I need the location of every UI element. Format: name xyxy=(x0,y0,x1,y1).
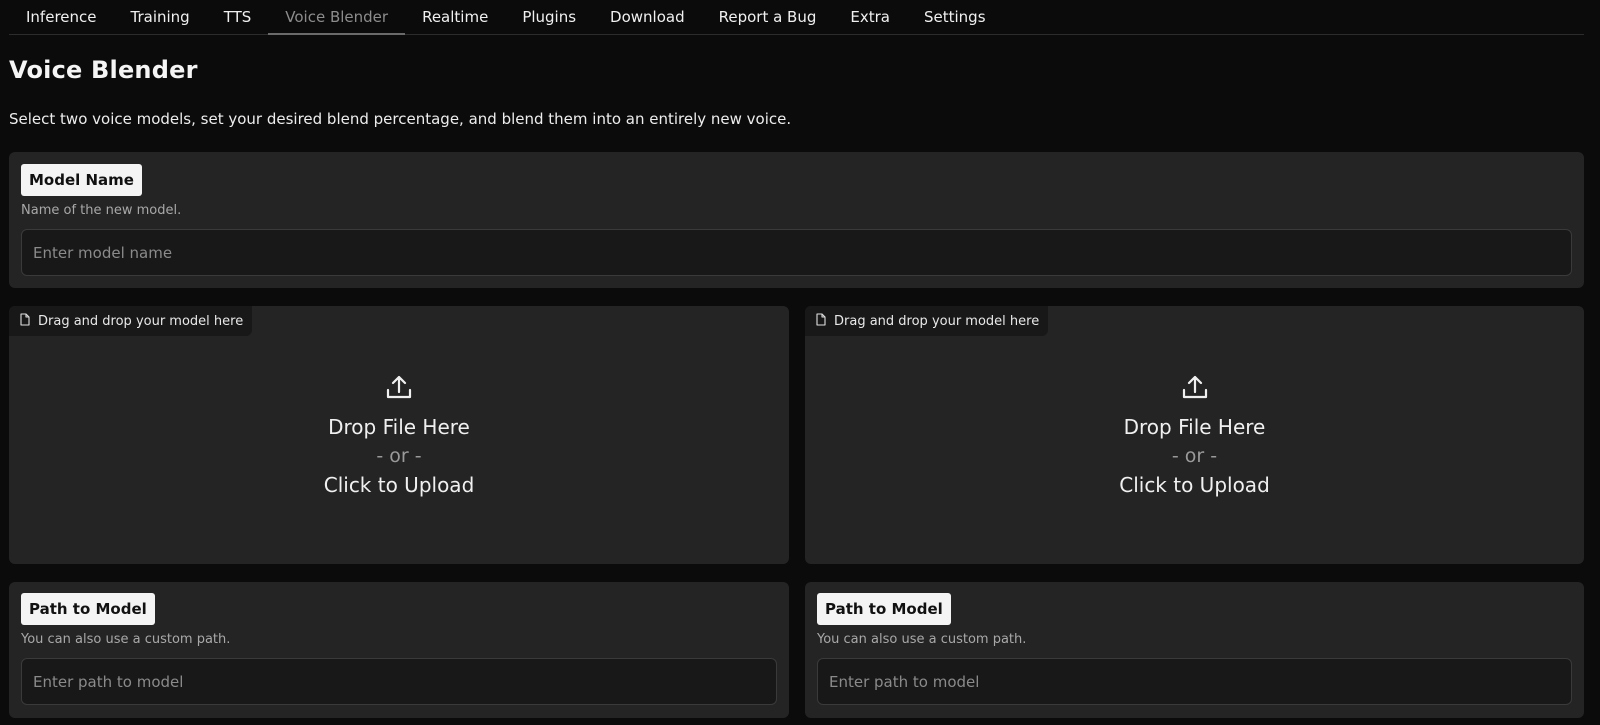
tab-bar: Inference Training TTS Voice Blender Rea… xyxy=(9,0,1584,35)
or-separator: - or - xyxy=(1171,445,1218,467)
path-to-model-input-1[interactable] xyxy=(21,658,777,705)
model-name-input[interactable] xyxy=(21,229,1572,276)
upload-icon xyxy=(385,373,413,405)
click-to-upload-text: Click to Upload xyxy=(1119,473,1270,497)
dropzone-tag-label: Drag and drop your model here xyxy=(38,313,244,329)
page-title: Voice Blender xyxy=(9,56,198,84)
path-to-model-panel-1: Path to Model You can also use a custom … xyxy=(9,582,789,718)
path-to-model-input-2[interactable] xyxy=(817,658,1572,705)
path-to-model-panel-2: Path to Model You can also use a custom … xyxy=(805,582,1584,718)
dropzone-content: Drop File Here - or - Click to Upload xyxy=(9,373,789,497)
model-dropzone-1[interactable]: Drag and drop your model here Drop File … xyxy=(9,306,789,564)
drop-file-text: Drop File Here xyxy=(328,415,470,439)
dropzone-tag: Drag and drop your model here xyxy=(9,306,253,336)
model-name-info: Name of the new model. xyxy=(21,203,182,218)
or-separator: - or - xyxy=(376,445,422,467)
page-description: Select two voice models, set your desire… xyxy=(9,110,792,128)
tab-voice-blender[interactable]: Voice Blender xyxy=(268,0,406,35)
file-icon xyxy=(815,312,827,330)
model-name-label: Model Name xyxy=(21,164,142,196)
dropzone-tag: Drag and drop your model here xyxy=(805,306,1049,336)
drop-file-text: Drop File Here xyxy=(1123,415,1266,439)
tab-plugins[interactable]: Plugins xyxy=(505,0,593,35)
dropzone-content: Drop File Here - or - Click to Upload xyxy=(805,373,1584,497)
path-to-model-label: Path to Model xyxy=(817,593,951,625)
click-to-upload-text: Click to Upload xyxy=(323,473,475,497)
tab-training[interactable]: Training xyxy=(114,0,207,35)
upload-icon xyxy=(1181,373,1209,405)
tab-tts[interactable]: TTS xyxy=(207,0,269,35)
tab-realtime[interactable]: Realtime xyxy=(405,0,505,35)
model-name-panel: Model Name Name of the new model. xyxy=(9,152,1584,288)
path-to-model-info: You can also use a custom path. xyxy=(21,632,231,647)
model-dropzone-2[interactable]: Drag and drop your model here Drop File … xyxy=(805,306,1584,564)
tab-settings[interactable]: Settings xyxy=(907,0,1003,35)
path-to-model-info: You can also use a custom path. xyxy=(817,632,1027,647)
tab-inference[interactable]: Inference xyxy=(9,0,114,35)
dropzone-tag-label: Drag and drop your model here xyxy=(834,313,1040,329)
path-to-model-label: Path to Model xyxy=(21,593,155,625)
tab-report-a-bug[interactable]: Report a Bug xyxy=(702,0,834,35)
tab-extra[interactable]: Extra xyxy=(833,0,907,35)
tab-download[interactable]: Download xyxy=(593,0,702,35)
file-icon xyxy=(19,312,31,330)
